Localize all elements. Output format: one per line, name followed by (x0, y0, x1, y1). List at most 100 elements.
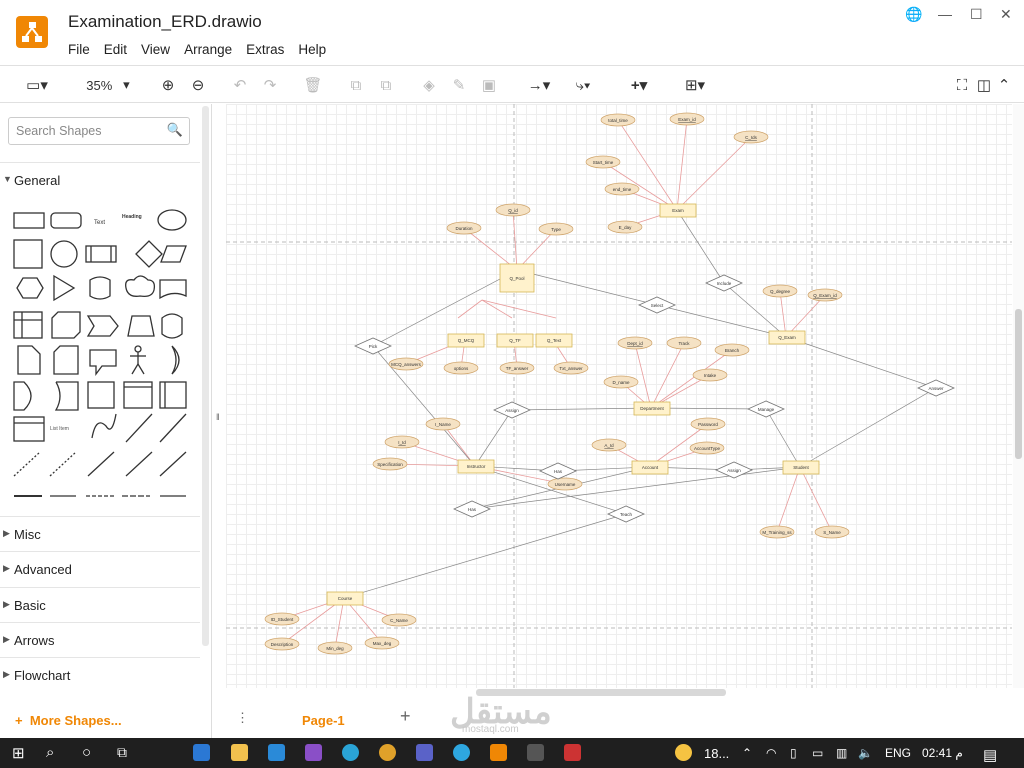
format-panel-icon[interactable]: ▭▾ (20, 74, 54, 96)
wifi-icon[interactable]: ◠ (766, 746, 776, 760)
app-taskbar-icon[interactable] (527, 744, 544, 761)
search-icon[interactable]: 🔍 (167, 122, 183, 138)
section-arrows[interactable]: ▶ Arrows (0, 622, 200, 656)
telegram-icon[interactable] (453, 744, 470, 761)
redo-icon[interactable]: ↷ (260, 74, 280, 96)
zoom-out-icon[interactable]: ⊖ (188, 74, 208, 96)
tab-page-1[interactable]: Page-1 (256, 700, 388, 738)
erd-attribute-label: Txt_answer (559, 366, 583, 371)
vertical-scrollbar[interactable] (1013, 104, 1024, 688)
visual-studio-icon[interactable] (305, 744, 322, 761)
app2-taskbar-icon[interactable] (564, 744, 581, 761)
erd-attribute-label: Duration (455, 226, 473, 231)
zoom-select[interactable]: 35% ▾ (80, 74, 136, 96)
search-icon[interactable]: ⌕ (46, 744, 54, 761)
weather-icon[interactable] (675, 744, 692, 761)
clock[interactable]: 02:41 م (922, 746, 963, 760)
windows-start-icon[interactable]: ⊞ (12, 744, 25, 762)
chrome-icon[interactable] (379, 744, 396, 761)
toolbar: ▭▾ 35% ▾ ⊕ ⊖ ↶ ↷ 🗑 ⧉ ⧉ ◈ ✎ ▣ →▾ ⤷▾ +▾ ⊞▾… (0, 65, 1024, 103)
erd-attribute-label: C_Name (390, 618, 408, 623)
insert-icon[interactable]: +▾ (622, 74, 656, 96)
shadow-icon[interactable]: ▣ (479, 74, 499, 96)
temperature[interactable]: 18... (704, 746, 729, 761)
maximize-icon[interactable]: ☐ (970, 6, 983, 23)
scroll-thumb[interactable] (1015, 309, 1022, 459)
menu-view[interactable]: View (141, 42, 170, 57)
delete-icon[interactable]: 🗑 (303, 74, 323, 96)
menu-edit[interactable]: Edit (104, 42, 127, 57)
minimize-icon[interactable]: — (938, 6, 952, 22)
waypoints-icon[interactable]: ⤷▾ (566, 74, 600, 96)
volume-icon[interactable]: 🔈 (858, 746, 873, 760)
pages-menu-icon[interactable]: ⋮ (236, 710, 249, 726)
undo-icon[interactable]: ↶ (230, 74, 250, 96)
chevron-down-icon: ▼ (3, 174, 12, 184)
windows-taskbar: ⊞ ⌕ ○ ⧉ 18... ⌃ ◠ ▯ ▭ ▥ 🔈 ENG 02:41 م ▤ (0, 738, 1024, 768)
menu-file[interactable]: File (68, 42, 90, 57)
table-icon[interactable]: ⊞▾ (678, 74, 712, 96)
fullscreen-icon[interactable]: ⛶ (952, 74, 972, 96)
splitter-handle[interactable]: ‖ (216, 412, 220, 422)
connection-icon[interactable]: →▾ (522, 74, 556, 96)
network-icon[interactable]: ▥ (836, 746, 847, 760)
close-icon[interactable]: ✕ (1000, 6, 1012, 23)
vscode-icon[interactable] (268, 744, 285, 761)
search-shapes-input[interactable]: Search Shapes 🔍 (8, 117, 190, 145)
erd-attribute-label: Start_time (593, 160, 614, 165)
menu-help[interactable]: Help (298, 42, 326, 57)
erd-attribute-label: I_Name (435, 422, 451, 427)
globe-icon[interactable]: 🌐 (905, 6, 922, 23)
connector-line (676, 118, 688, 211)
input-language[interactable]: ENG (885, 746, 911, 760)
erd-attribute-label: ID_Student (271, 617, 294, 622)
document-title[interactable]: Examination_ERD.drawio (68, 12, 262, 32)
shape-palette[interactable]: Text Heading List Item (8, 204, 198, 504)
notifications-icon[interactable]: ▤ (983, 746, 997, 764)
erd-diagram[interactable]: total_time Exam_id C_Ids Start_time end_time… (226, 104, 1012, 688)
connector-line (676, 209, 725, 284)
to-front-icon[interactable]: ⧉ (346, 74, 366, 96)
section-general[interactable]: ▼ General (0, 162, 200, 196)
section-advanced[interactable]: ▶ Advanced (0, 551, 200, 585)
erd-attribute-label: TF_answer (506, 366, 529, 371)
more-shapes-button[interactable]: + More Shapes... (15, 713, 122, 728)
line-color-icon[interactable]: ✎ (449, 74, 469, 96)
menu-extras[interactable]: Extras (246, 42, 284, 57)
to-back-icon[interactable]: ⧉ (376, 74, 396, 96)
cortana-icon[interactable]: ○ (82, 744, 91, 761)
mail-icon[interactable] (193, 744, 210, 761)
battery-icon[interactable]: ▭ (812, 746, 823, 760)
section-basic[interactable]: ▶ Basic (0, 587, 200, 621)
file-explorer-icon[interactable] (231, 744, 248, 761)
connector-line (457, 299, 483, 319)
diagram-canvas[interactable]: total_time Exam_id C_Ids Start_time end_time… (226, 104, 1012, 688)
device-icon[interactable]: ▯ (790, 746, 797, 760)
collapse-icon[interactable]: ⌃ (994, 74, 1014, 96)
erd-attribute-label: Q_degree (770, 289, 791, 294)
edge-icon[interactable] (342, 744, 359, 761)
section-flowchart[interactable]: ▶ Flowchart (0, 657, 200, 691)
sidebar-scrollbar[interactable] (202, 106, 209, 646)
menu-arrange[interactable]: Arrange (184, 42, 232, 57)
chevron-up-icon[interactable]: ⌃ (742, 746, 752, 760)
fill-color-icon[interactable]: ◈ (419, 74, 439, 96)
erd-entity-label: Q_Exam (778, 335, 796, 340)
erd-attribute-label: Min_deg (326, 646, 344, 651)
add-page-icon[interactable]: + (400, 706, 411, 727)
zoom-in-icon[interactable]: ⊕ (158, 74, 178, 96)
section-misc[interactable]: ▶ Misc (0, 516, 200, 550)
teams-icon[interactable] (416, 744, 433, 761)
erd-attribute-label: options (454, 366, 469, 371)
watermark-latin: mostaql.com (462, 724, 519, 735)
erd-attribute-label: Dept_id (627, 341, 643, 346)
erd-attribute-label: MCQ_answers (391, 362, 422, 367)
chevron-right-icon: ▶ (3, 669, 10, 679)
connector-line (765, 408, 801, 468)
erd-relationship-label: Has (554, 469, 563, 474)
drawio-taskbar-icon[interactable] (490, 744, 507, 761)
erd-entity-label: Instructor (467, 464, 486, 469)
connector-line (776, 466, 801, 533)
format-toggle-icon[interactable]: ◫ (974, 74, 994, 96)
task-view-icon[interactable]: ⧉ (117, 744, 127, 761)
